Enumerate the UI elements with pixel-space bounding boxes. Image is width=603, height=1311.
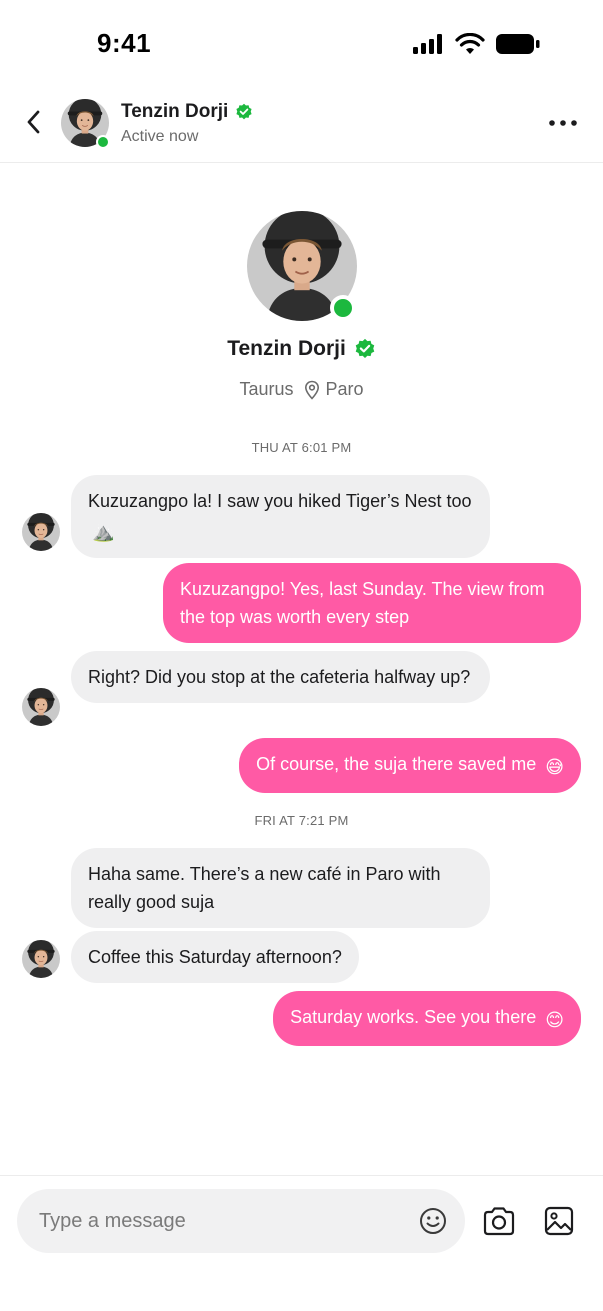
- back-button[interactable]: [18, 106, 50, 138]
- header-name-row[interactable]: Tenzin Dorji: [121, 101, 253, 123]
- profile-meta: Taurus Paro: [0, 379, 603, 400]
- message-avatar[interactable]: [22, 513, 60, 551]
- message-text: Of course, the suja there saved me: [256, 754, 537, 774]
- verified-badge-icon: [236, 103, 252, 120]
- verified-badge-icon: [355, 338, 375, 358]
- cellular-signal-icon: [413, 34, 442, 54]
- status-bar: 9:41: [0, 0, 603, 84]
- image-icon: [544, 1206, 574, 1236]
- profile-location-text: Paro: [325, 379, 364, 399]
- battery-icon: [496, 34, 540, 54]
- more-options-button[interactable]: [545, 108, 581, 138]
- contact-status: Active now: [121, 128, 199, 145]
- online-indicator: [96, 135, 110, 149]
- message-text: Saturday works. See you there: [290, 1007, 537, 1027]
- message-avatar[interactable]: [22, 940, 60, 978]
- chevron-left-icon: [27, 110, 40, 134]
- message-input[interactable]: [17, 1189, 465, 1253]
- mountain-emoji-icon: ⛰️: [92, 522, 115, 542]
- message-text: Right? Did you stop at the cafeteria hal…: [88, 667, 471, 687]
- message-bubble-incoming[interactable]: Kuzuzangpo la! I saw you hiked Tiger’s N…: [71, 475, 490, 558]
- status-time: 9:41: [97, 28, 152, 58]
- message-text: Kuzuzangpo! Yes, last Sunday. The view f…: [180, 579, 545, 627]
- profile-name-row: Tenzin Dorji: [0, 337, 603, 361]
- message-avatar[interactable]: [22, 688, 60, 726]
- profile-name: Tenzin Dorji: [227, 337, 346, 360]
- sweat-smile-emoji-icon: 😅: [545, 757, 564, 777]
- message-text: Coffee this Saturday afternoon?: [88, 947, 342, 967]
- emoji-button[interactable]: [418, 1206, 448, 1236]
- status-icons: [413, 33, 541, 55]
- profile-location: Paro: [304, 379, 364, 400]
- camera-icon: [483, 1207, 515, 1236]
- profile-zodiac: Taurus: [239, 379, 294, 399]
- chat-header: Tenzin Dorji Active now: [0, 84, 603, 163]
- message-text: Haha same. There’s a new café in Paro wi…: [88, 864, 441, 912]
- message-text: Kuzuzangpo la! I saw you hiked Tiger’s N…: [88, 491, 472, 511]
- message-bubble-incoming[interactable]: Haha same. There’s a new café in Paro wi…: [71, 848, 490, 928]
- location-pin-icon: [304, 380, 319, 400]
- contact-name: Tenzin Dorji: [121, 101, 229, 122]
- message-bubble-outgoing[interactable]: Saturday works. See you there 😊: [273, 991, 581, 1046]
- message-bubble-outgoing[interactable]: Of course, the suja there saved me 😅: [239, 738, 581, 793]
- smiling-emoji-icon: 😊: [545, 1010, 564, 1030]
- message-bubble-outgoing[interactable]: Kuzuzangpo! Yes, last Sunday. The view f…: [163, 563, 581, 643]
- message-bubble-incoming[interactable]: Coffee this Saturday afternoon?: [71, 931, 359, 983]
- message-bubble-incoming[interactable]: Right? Did you stop at the cafeteria hal…: [71, 651, 490, 703]
- profile-online-indicator: [330, 295, 356, 321]
- gallery-button[interactable]: [543, 1205, 575, 1237]
- day-divider: THU AT 6:01 PM: [251, 440, 352, 455]
- wifi-icon: [455, 33, 485, 54]
- message-composer: [0, 1175, 603, 1311]
- more-horizontal-icon: [549, 120, 577, 126]
- camera-button[interactable]: [482, 1205, 516, 1237]
- smiley-icon: [420, 1208, 446, 1234]
- day-divider: FRI AT 7:21 PM: [254, 813, 349, 828]
